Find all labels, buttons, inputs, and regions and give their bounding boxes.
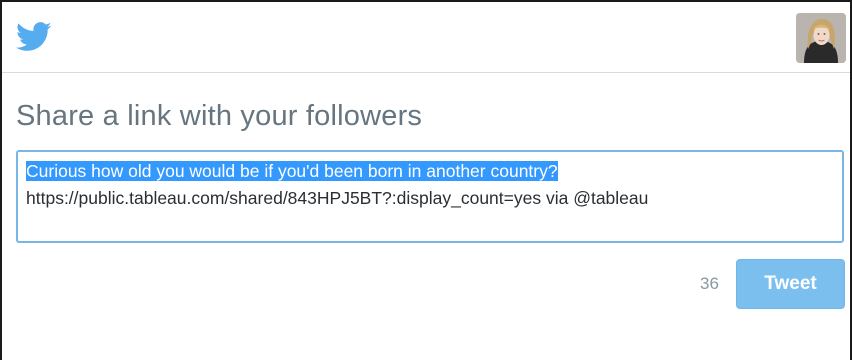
character-counter: 36	[700, 274, 719, 293]
tweet-button[interactable]: Tweet	[736, 259, 845, 309]
tweet-textarea[interactable]: Curious how old you would be if you'd be…	[16, 150, 844, 243]
selected-text: Curious how old you would be if you'd be…	[26, 161, 558, 181]
resize-grip-icon[interactable]	[830, 229, 840, 239]
twitter-bird-icon	[16, 22, 52, 52]
header-bar	[2, 2, 850, 73]
link-text: https://public.tableau.com/shared/843HPJ…	[26, 188, 649, 208]
page-title: Share a link with your followers	[16, 100, 423, 132]
user-avatar[interactable]	[796, 13, 846, 63]
